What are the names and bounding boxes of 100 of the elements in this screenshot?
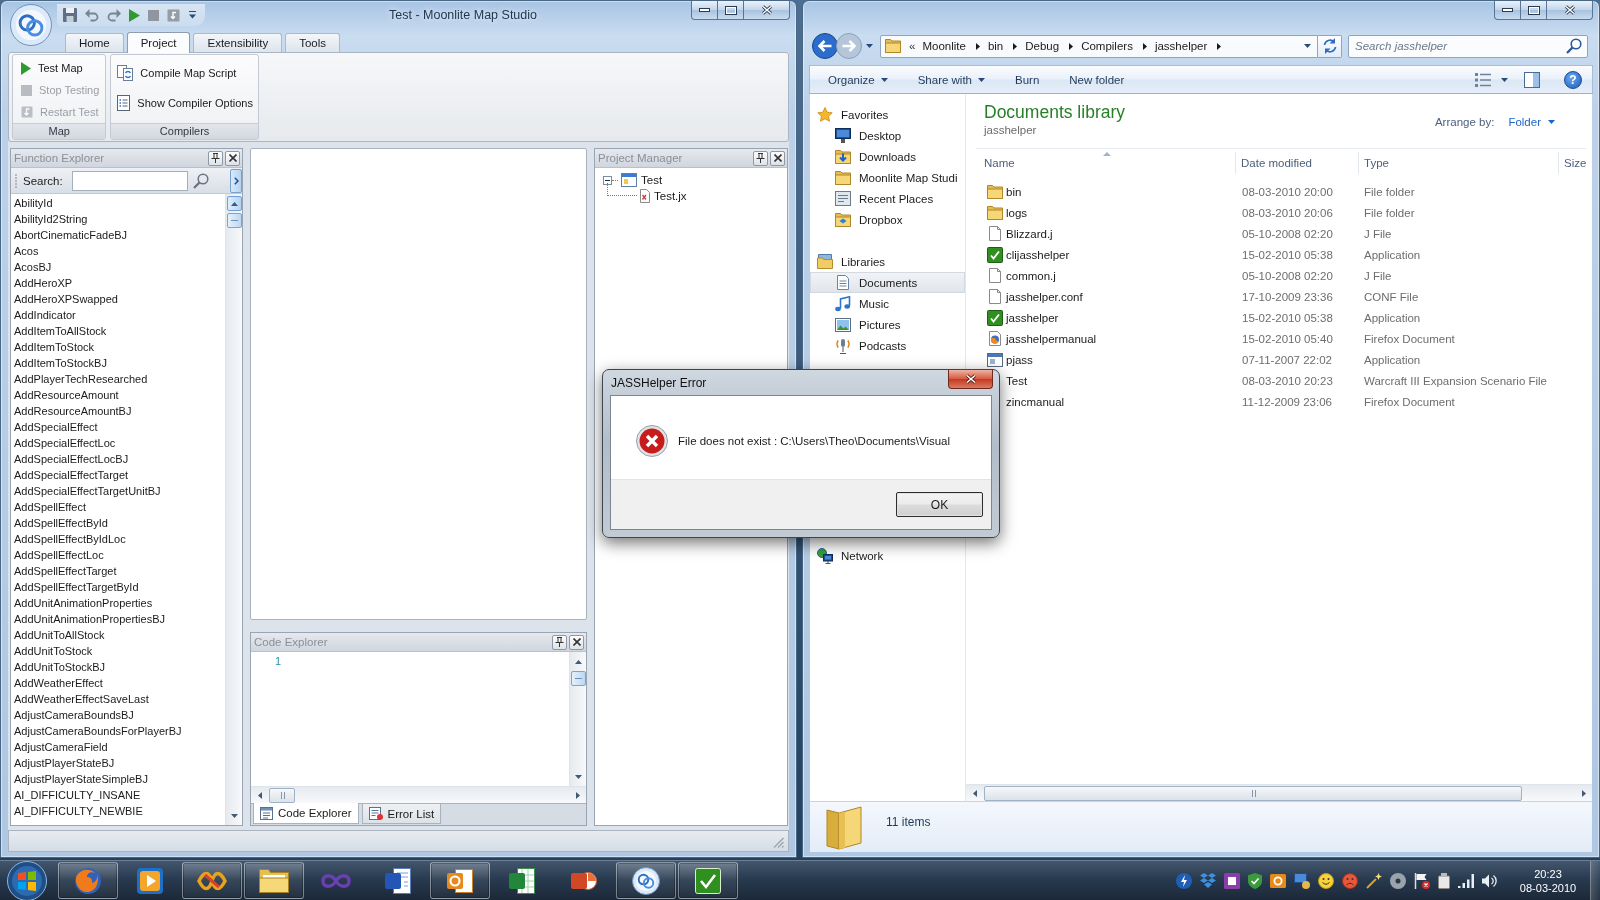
file-name[interactable]: clijasshelper xyxy=(979,246,1236,263)
ribbon-tab[interactable]: Home xyxy=(65,33,124,52)
restart-icon[interactable] xyxy=(167,8,180,22)
file-name[interactable]: Blizzard.j xyxy=(979,226,1236,241)
taskbar-button[interactable] xyxy=(58,862,118,899)
flag-icon[interactable] xyxy=(1414,872,1430,889)
search-box[interactable]: Search jasshelper xyxy=(1348,34,1588,58)
file-name[interactable]: logs xyxy=(979,205,1236,220)
pin-button[interactable] xyxy=(753,150,768,166)
refresh-button[interactable] xyxy=(1318,34,1342,58)
ribbon-command[interactable]: Compile Map Script xyxy=(117,62,253,84)
ok-button[interactable]: OK xyxy=(896,492,983,517)
panel-tab[interactable]: Error List xyxy=(361,804,442,824)
undo-icon[interactable] xyxy=(85,8,99,22)
maximize-button[interactable] xyxy=(718,1,744,20)
function-list-item[interactable]: AddUnitToStockBJ xyxy=(14,659,222,675)
column-header[interactable]: Name xyxy=(979,152,1236,174)
device-icon[interactable] xyxy=(1438,872,1450,889)
function-list-item[interactable]: AddWeatherEffectSaveLast xyxy=(14,691,222,707)
close-button[interactable] xyxy=(225,150,240,166)
customize-caret-icon[interactable] xyxy=(188,11,197,19)
pin-button[interactable] xyxy=(208,150,223,166)
function-list-item[interactable]: AddSpecialEffectTarget xyxy=(14,467,222,483)
preview-pane-icon[interactable] xyxy=(1524,71,1540,88)
search-field[interactable] xyxy=(71,170,188,191)
toolbar-button[interactable]: Burn xyxy=(1005,68,1050,91)
arrange-dropdown[interactable]: Folder xyxy=(1508,116,1555,128)
function-list-item[interactable]: AI_DIFFICULTY_INSANE xyxy=(14,787,222,803)
close-button[interactable] xyxy=(770,150,785,166)
ribbon-tab[interactable]: Project xyxy=(126,32,191,53)
function-list-item[interactable]: AddUnitAnimationPropertiesBJ xyxy=(14,611,222,627)
caret-down-icon[interactable] xyxy=(1501,77,1508,82)
function-list-item[interactable]: AcosBJ xyxy=(14,259,222,275)
start-orb-icon[interactable] xyxy=(7,860,47,900)
ribbon-command[interactable]: Test Map xyxy=(21,57,100,79)
frown-icon[interactable] xyxy=(1342,872,1358,889)
pin-button[interactable] xyxy=(552,634,567,650)
tile-icon[interactable] xyxy=(1224,872,1240,889)
breadcrumb-item[interactable]: Debug xyxy=(1017,40,1070,52)
horizontal-scrollbar[interactable] xyxy=(966,784,1592,801)
function-list-item[interactable]: AddUnitToStock xyxy=(14,643,222,659)
minimize-button[interactable] xyxy=(1494,1,1521,20)
function-list-item[interactable]: Acos xyxy=(14,243,222,259)
horizontal-scrollbar[interactable] xyxy=(251,786,586,803)
ring-tile-icon[interactable] xyxy=(1270,873,1286,888)
caret-down-icon[interactable] xyxy=(1304,44,1311,48)
nav-item[interactable]: Pictures xyxy=(810,314,965,335)
breadcrumb-item[interactable]: jasshelper xyxy=(1146,40,1218,52)
code-editor[interactable]: 1 xyxy=(251,652,569,786)
function-list-item[interactable]: AddResourceAmountBJ xyxy=(14,403,222,419)
signal-icon[interactable] xyxy=(1458,873,1474,888)
minimize-button[interactable] xyxy=(691,1,718,20)
function-list-item[interactable]: AdjustPlayerStateBJ xyxy=(14,755,222,771)
function-list-item[interactable]: AbilityId xyxy=(14,195,222,211)
column-header[interactable]: Date modified xyxy=(1236,152,1359,174)
taskbar-button[interactable] xyxy=(244,862,304,899)
nav-item[interactable]: Downloads xyxy=(810,146,965,167)
toolbar-button[interactable]: Share with xyxy=(907,68,995,91)
function-list-item[interactable]: AddIndicator xyxy=(14,307,222,323)
maximize-button[interactable] xyxy=(1521,1,1547,20)
nav-item[interactable]: Libraries xyxy=(810,251,965,272)
ribbon-command[interactable]: Show Compiler Options xyxy=(117,92,253,114)
ribbon-tab[interactable]: Extensibility xyxy=(193,33,283,52)
function-list-item[interactable]: AddSpellEffectLoc xyxy=(14,547,222,563)
toolbar-button[interactable]: New folder xyxy=(1059,68,1135,91)
redo-icon[interactable] xyxy=(107,8,121,22)
scroll-thumb[interactable] xyxy=(984,785,1522,801)
box-icon[interactable] xyxy=(1200,873,1216,888)
function-list-item[interactable]: AdjustCameraBoundsForPlayerBJ xyxy=(14,723,222,739)
taskbar-button[interactable] xyxy=(616,862,676,899)
breadcrumb-overflow[interactable]: « xyxy=(901,40,916,52)
function-list-item[interactable]: AddSpecialEffect xyxy=(14,419,222,435)
breadcrumb-item[interactable]: bin xyxy=(979,40,1014,52)
function-list-item[interactable]: AddResourceAmount xyxy=(14,387,222,403)
search-field[interactable]: Search jasshelper xyxy=(1349,36,1566,56)
nav-item[interactable]: Favorites xyxy=(810,104,965,125)
function-list-item[interactable]: AddPlayerTechResearched xyxy=(14,371,222,387)
close-button[interactable] xyxy=(569,634,584,650)
function-list-item[interactable]: AddItemToStock xyxy=(14,339,222,355)
history-caret-icon[interactable] xyxy=(866,44,873,48)
file-name[interactable]: common.j xyxy=(979,268,1236,283)
nav-item[interactable]: Moonlite Map Studi xyxy=(810,167,965,188)
function-list-item[interactable]: AddHeroXPSwapped xyxy=(14,291,222,307)
address-bar[interactable]: « Moonlite bin Debug Compilers jasshelper xyxy=(880,34,1318,58)
function-list-item[interactable]: AddUnitToAllStock xyxy=(14,627,222,643)
scroll-thumb[interactable] xyxy=(226,213,242,228)
speaker-icon[interactable] xyxy=(1482,873,1498,888)
function-list-item[interactable]: AddSpellEffectByIdLoc xyxy=(14,531,222,547)
nav-item[interactable]: Music xyxy=(810,293,965,314)
column-header[interactable]: Size xyxy=(1559,152,1592,174)
search-icon[interactable] xyxy=(192,172,209,189)
toolbar-button[interactable]: Organize xyxy=(818,68,898,91)
shield-icon[interactable] xyxy=(1248,872,1262,889)
function-list-item[interactable]: AddUnitAnimationProperties xyxy=(14,595,222,611)
resize-grip-icon[interactable] xyxy=(773,837,784,848)
close-button[interactable] xyxy=(948,370,993,389)
function-list-item[interactable]: AddSpellEffectById xyxy=(14,515,222,531)
function-list-item[interactable]: AddItemToAllStock xyxy=(14,323,222,339)
disc-icon[interactable] xyxy=(1390,872,1406,889)
show-desktop-button[interactable] xyxy=(1590,861,1600,900)
